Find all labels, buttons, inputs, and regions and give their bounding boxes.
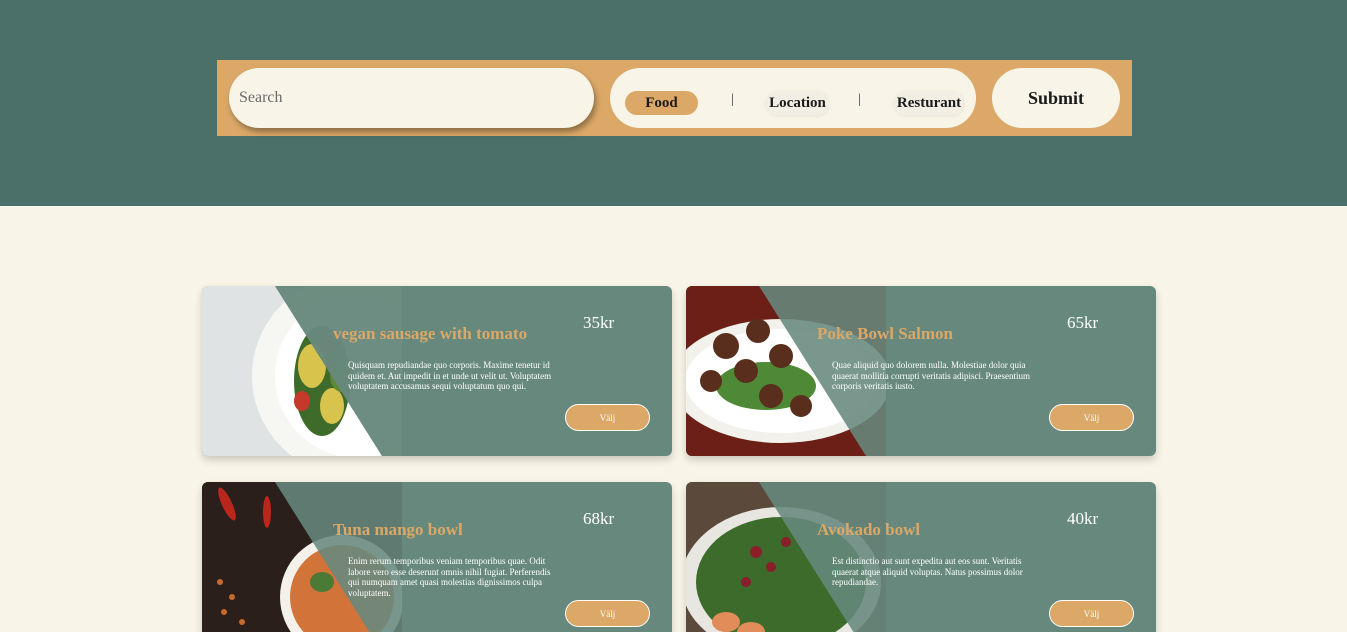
search-input[interactable] bbox=[229, 68, 594, 128]
card-title: Avokado bowl bbox=[817, 520, 921, 539]
card-price: 35kr bbox=[583, 313, 615, 332]
food-card: vegan sausage with tomato 35kr Quisquam … bbox=[202, 286, 672, 456]
card-price: 40kr bbox=[1067, 509, 1099, 528]
filter-location[interactable]: Location bbox=[766, 91, 829, 115]
card-description: Est distinctio aut sunt expedita aut eos… bbox=[832, 556, 1023, 587]
select-button[interactable]: Välj bbox=[1049, 600, 1134, 627]
card-description: Enim rerum temporibus veniam temporibus … bbox=[348, 556, 551, 598]
card-description: Quae aliquid quo dolorem nulla. Molestia… bbox=[832, 360, 1030, 391]
header-banner: Food | Location | Resturant Submit bbox=[0, 0, 1347, 206]
card-price: 65kr bbox=[1067, 313, 1099, 332]
card-title: Tuna mango bowl bbox=[333, 520, 463, 539]
filter-separator: | bbox=[731, 92, 734, 107]
food-card: Avokado bowl 40kr Est distinctio aut sun… bbox=[686, 482, 1156, 632]
submit-button[interactable]: Submit bbox=[992, 68, 1120, 128]
food-card: Tuna mango bowl 68kr Enim rerum temporib… bbox=[202, 482, 672, 632]
filter-food[interactable]: Food bbox=[625, 91, 698, 115]
card-title: Poke Bowl Salmon bbox=[817, 324, 954, 343]
filter-separator: | bbox=[858, 92, 861, 107]
search-bar: Food | Location | Resturant Submit bbox=[217, 60, 1132, 136]
card-description: Quisquam repudiandae quo corporis. Maxim… bbox=[348, 360, 552, 391]
filter-group: Food | Location | Resturant bbox=[610, 68, 976, 128]
filter-resturant[interactable]: Resturant bbox=[894, 91, 964, 115]
select-button[interactable]: Välj bbox=[1049, 404, 1134, 431]
select-button[interactable]: Välj bbox=[565, 404, 650, 431]
food-card: Poke Bowl Salmon 65kr Quae aliquid quo d… bbox=[686, 286, 1156, 456]
card-title: vegan sausage with tomato bbox=[333, 324, 528, 343]
card-price: 68kr bbox=[583, 509, 615, 528]
select-button[interactable]: Välj bbox=[565, 600, 650, 627]
